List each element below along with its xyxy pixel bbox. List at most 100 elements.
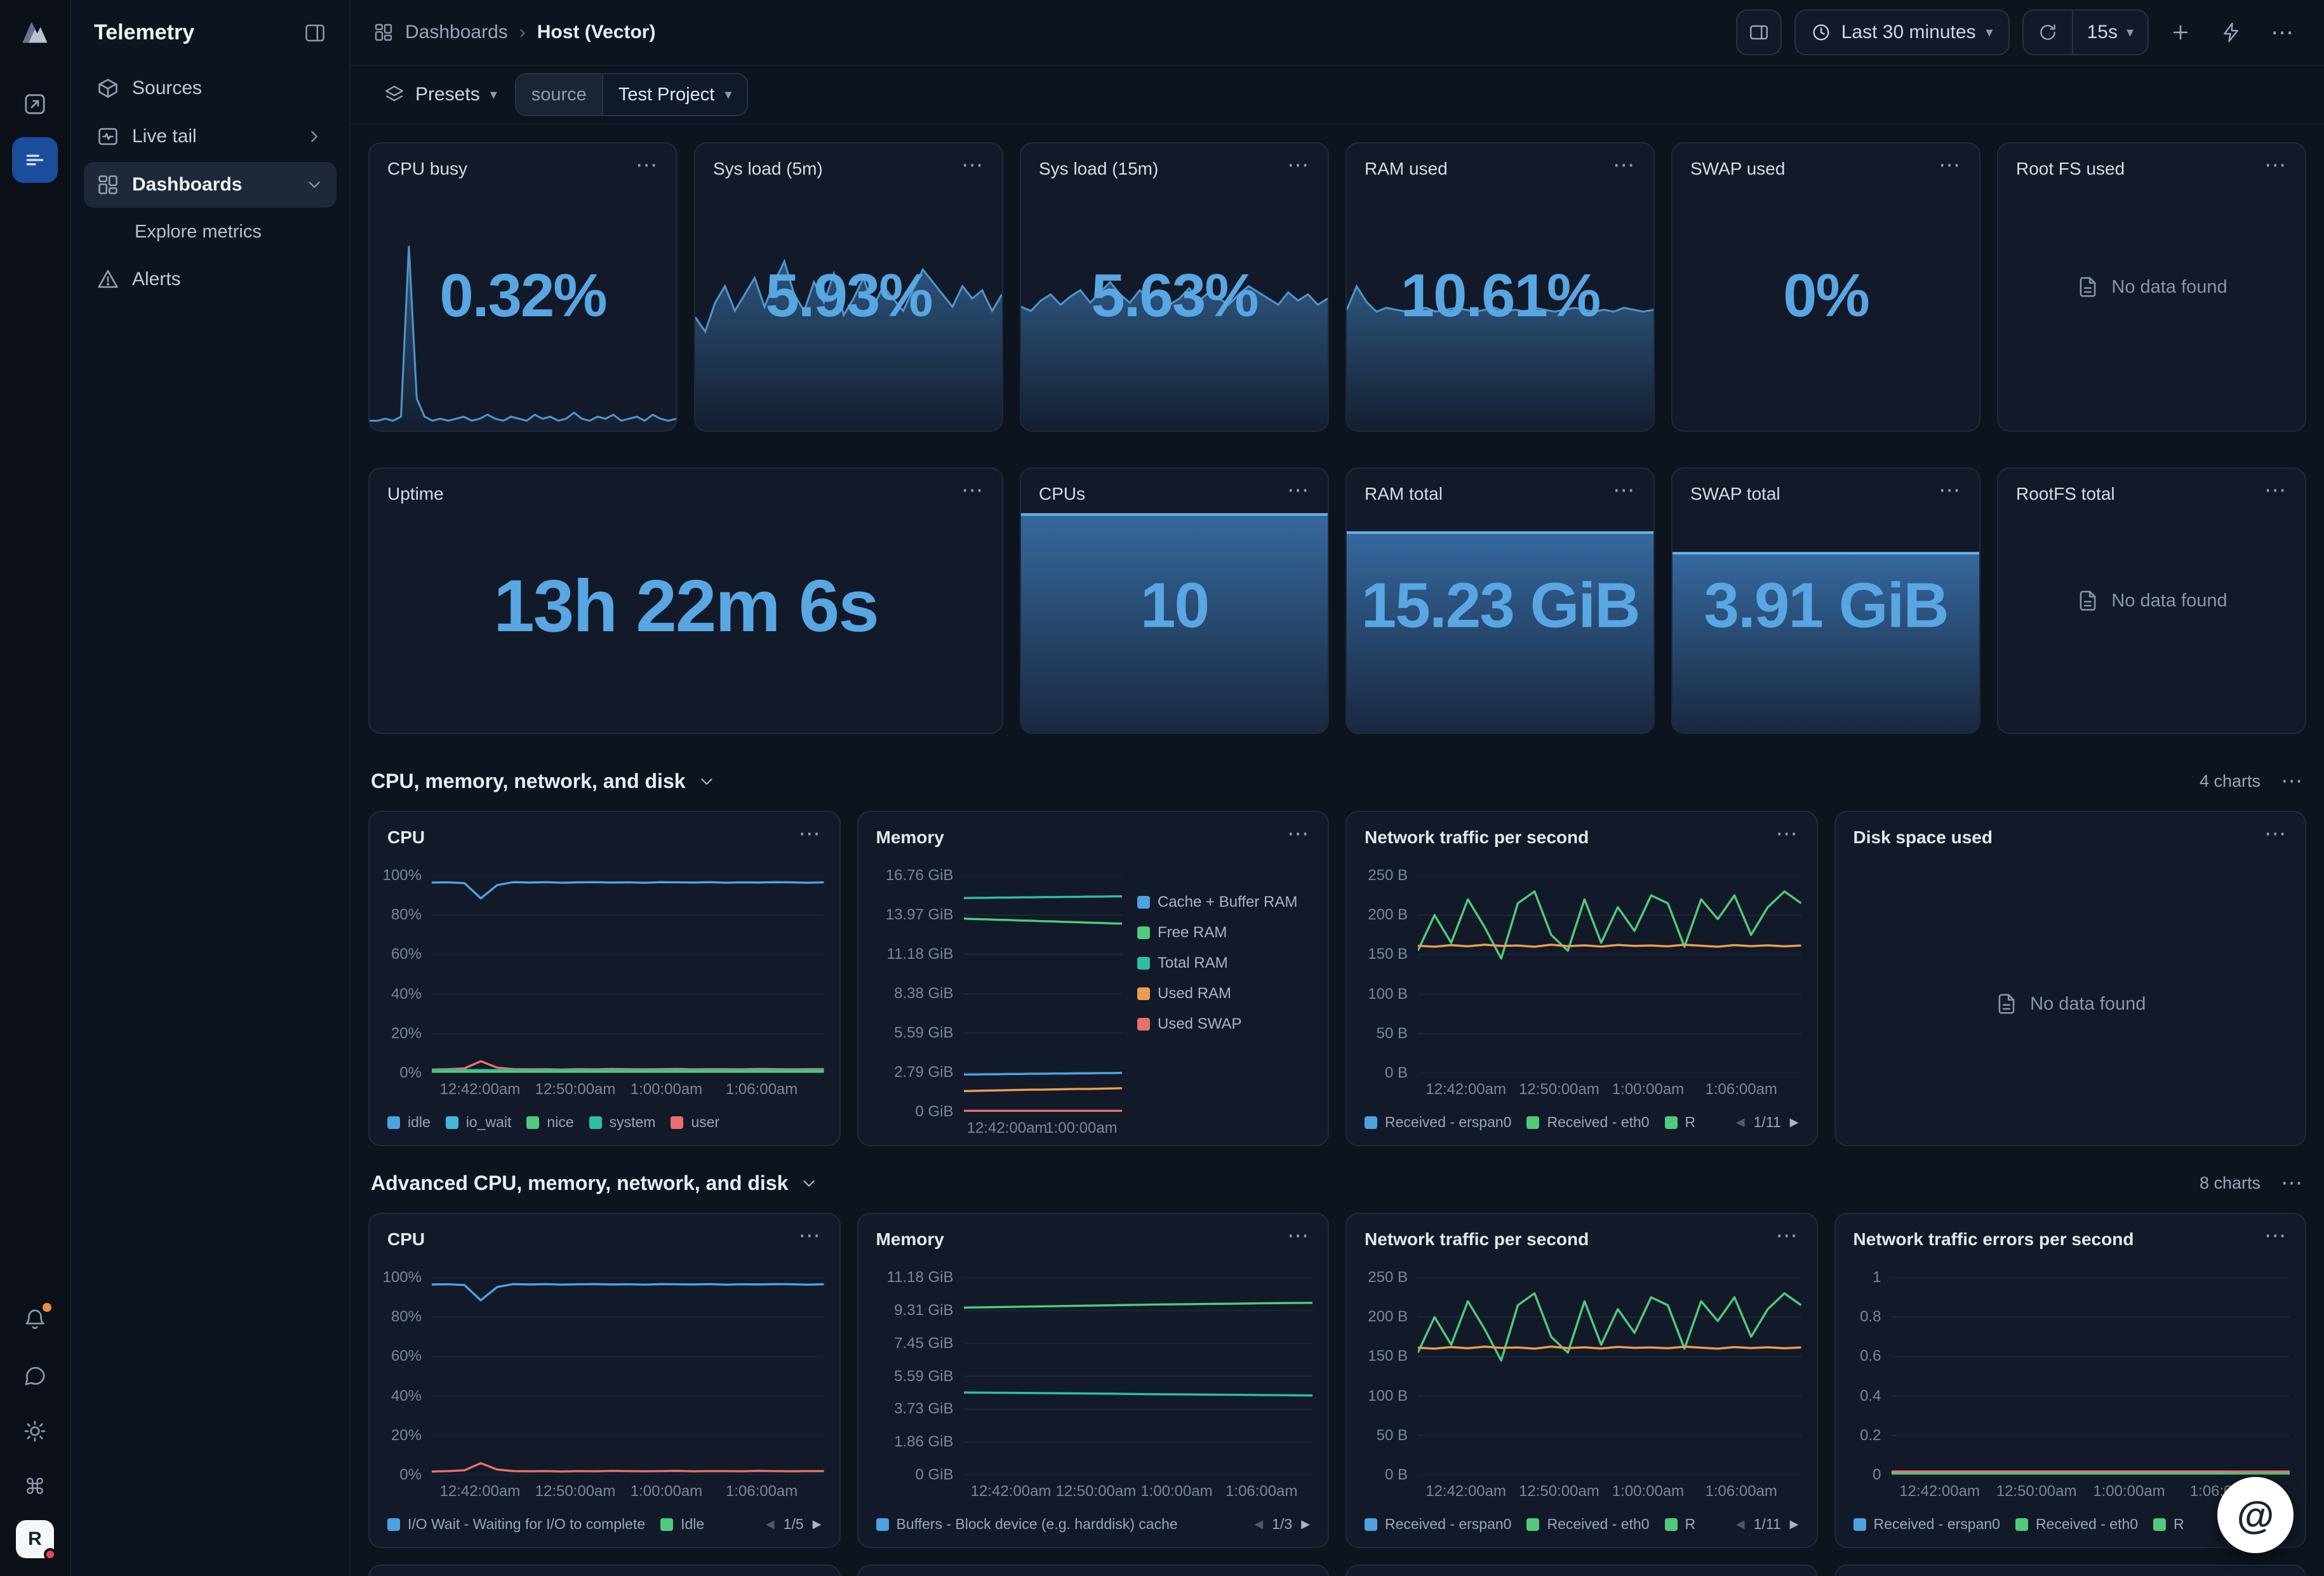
x-axis-label: 12:42:00am: [440, 1483, 521, 1500]
card-menu-button[interactable]: ⋯: [2264, 484, 2287, 497]
legend-label: Received - erspan0: [1385, 1516, 1511, 1533]
legend-prev-button[interactable]: ◀: [766, 1518, 775, 1531]
legend-swatch: [1137, 987, 1150, 1000]
legend-prev-button[interactable]: ◀: [1254, 1518, 1263, 1531]
section-header[interactable]: CPU, memory, network, and disk4 charts⋯: [371, 770, 2304, 793]
legend-item[interactable]: Received - erspan0: [1365, 1516, 1511, 1533]
card-menu-button[interactable]: ⋯: [961, 159, 984, 171]
add-panel-button[interactable]: [2161, 10, 2200, 55]
card-menu-button[interactable]: ⋯: [1287, 159, 1310, 171]
time-range-button[interactable]: Last 30 minutes ▾: [1794, 10, 2010, 55]
section-header[interactable]: Advanced CPU, memory, network, and disk8…: [371, 1172, 2304, 1195]
card-menu-button[interactable]: ⋯: [2264, 159, 2287, 171]
sidebar-collapse-button[interactable]: [304, 22, 326, 44]
stat-card: Root FS used ⋯ No data found: [1997, 142, 2306, 432]
quick-actions-button[interactable]: [2212, 10, 2250, 55]
source-filter-chip[interactable]: source Test Project ▾: [515, 73, 749, 116]
chat-fab[interactable]: @: [2217, 1477, 2294, 1553]
more-menu-button[interactable]: ⋯: [2263, 10, 2301, 55]
card-menu-button[interactable]: ⋯: [1939, 159, 1961, 171]
card-menu-button[interactable]: ⋯: [799, 827, 822, 840]
kiosk-mode-button[interactable]: [1736, 10, 1782, 55]
legend-next-button[interactable]: ▶: [813, 1518, 822, 1531]
legend-next-button[interactable]: ▶: [1301, 1518, 1310, 1531]
card-menu-button[interactable]: ⋯: [1287, 827, 1310, 840]
sidebar-item-explore-metrics[interactable]: Explore metrics: [84, 210, 337, 254]
feedback-button[interactable]: [12, 1352, 58, 1398]
y-axis-label: 0 GiB: [915, 1103, 953, 1121]
x-axis-label: 12:42:00am: [1426, 1483, 1506, 1500]
legend-page-indicator: 1/3: [1272, 1516, 1292, 1533]
legend-item[interactable]: system: [589, 1114, 656, 1131]
x-axis-label: 1:06:00am: [726, 1081, 798, 1099]
section-menu-button[interactable]: ⋯: [2281, 775, 2304, 787]
y-axis-label: 20%: [391, 1025, 422, 1043]
legend-prev-button[interactable]: ◀: [1736, 1116, 1745, 1129]
legend-item[interactable]: Received - eth0: [1526, 1516, 1649, 1533]
legend-item[interactable]: Buffers - Block device (e.g. harddisk) c…: [876, 1516, 1178, 1533]
user-avatar[interactable]: R: [16, 1520, 54, 1558]
y-axis-label: 100 B: [1368, 1387, 1408, 1405]
notifications-button[interactable]: [12, 1297, 58, 1342]
refresh-button[interactable]: [2024, 11, 2073, 54]
notification-dot: [43, 1303, 51, 1312]
card-menu-button[interactable]: ⋯: [799, 1229, 822, 1242]
legend-label: Received - eth0: [1547, 1114, 1649, 1131]
presets-button[interactable]: Presets ▾: [384, 84, 497, 105]
legend-item[interactable]: Received - erspan0: [1853, 1516, 2000, 1533]
legend-item[interactable]: nice: [526, 1114, 573, 1131]
card-menu-button[interactable]: ⋯: [1287, 484, 1310, 497]
legend-prev-button[interactable]: ◀: [1736, 1518, 1745, 1531]
legend-item[interactable]: Received - eth0: [2015, 1516, 2138, 1533]
legend-swatch: [387, 1518, 400, 1531]
legend-item[interactable]: Used SWAP: [1137, 1015, 1315, 1033]
card-menu-button[interactable]: ⋯: [1613, 484, 1636, 497]
legend-item[interactable]: R: [1665, 1516, 1696, 1533]
sidebar-item-live-tail[interactable]: Live tail: [84, 114, 337, 159]
card-menu-button[interactable]: ⋯: [1776, 827, 1799, 840]
legend-item[interactable]: R: [1665, 1114, 1696, 1131]
legend-item[interactable]: idle: [387, 1114, 431, 1131]
sidebar-item-alerts[interactable]: Alerts: [84, 257, 337, 302]
app-root: ⌘ R Telemetry Sources Live tail: [0, 0, 2324, 1576]
legend-next-button[interactable]: ▶: [1790, 1116, 1799, 1129]
legend-item[interactable]: Total RAM: [1137, 954, 1315, 972]
legend-item[interactable]: R: [2153, 1516, 2184, 1533]
sidebar-item-label: Live tail: [132, 126, 197, 147]
sidebar-item-sources[interactable]: Sources: [84, 65, 337, 111]
legend-label: Cache + Buffer RAM: [1158, 893, 1297, 911]
card-menu-button[interactable]: ⋯: [2264, 1229, 2287, 1242]
sidebar-item-dashboards[interactable]: Dashboards: [84, 162, 337, 208]
rail-dashboards-button[interactable]: [12, 137, 58, 183]
y-axis-label: 0.6: [1860, 1347, 1881, 1365]
legend-item[interactable]: io_wait: [446, 1114, 512, 1131]
legend-item[interactable]: Used RAM: [1137, 985, 1315, 1003]
legend-item[interactable]: Received - erspan0: [1365, 1114, 1511, 1131]
legend-item[interactable]: Free RAM: [1137, 924, 1315, 942]
legend-item[interactable]: I/O Wait - Waiting for I/O to complete: [387, 1516, 645, 1533]
legend-item[interactable]: Received - eth0: [1526, 1114, 1649, 1131]
card-menu-button[interactable]: ⋯: [2264, 827, 2287, 840]
launch-button[interactable]: [12, 81, 58, 127]
refresh-icon: [2038, 22, 2058, 43]
card-menu-button[interactable]: ⋯: [961, 484, 984, 497]
legend-label: Total RAM: [1158, 954, 1228, 972]
refresh-interval-button[interactable]: 15s ▾: [2073, 11, 2147, 54]
legend-item[interactable]: Idle: [660, 1516, 704, 1533]
chevron-down-icon: [799, 1174, 818, 1193]
card-menu-button[interactable]: ⋯: [1613, 159, 1636, 171]
chart-card-title: Memory: [876, 1229, 944, 1250]
theme-button[interactable]: [12, 1408, 58, 1454]
legend-item[interactable]: user: [671, 1114, 719, 1131]
card-menu-button[interactable]: ⋯: [636, 159, 658, 171]
card-menu-button[interactable]: ⋯: [1776, 1229, 1799, 1242]
live-tail-icon: [97, 125, 119, 148]
section-menu-button[interactable]: ⋯: [2281, 1177, 2304, 1189]
card-menu-button[interactable]: ⋯: [1287, 1229, 1310, 1242]
command-menu-button[interactable]: ⌘: [12, 1464, 58, 1510]
breadcrumb-dashboards[interactable]: Dashboards: [405, 22, 508, 43]
card-menu-button[interactable]: ⋯: [1939, 484, 1961, 497]
legend-next-button[interactable]: ▶: [1790, 1518, 1799, 1531]
legend-item[interactable]: Cache + Buffer RAM: [1137, 893, 1315, 911]
y-axis-label: 0%: [399, 1064, 422, 1082]
